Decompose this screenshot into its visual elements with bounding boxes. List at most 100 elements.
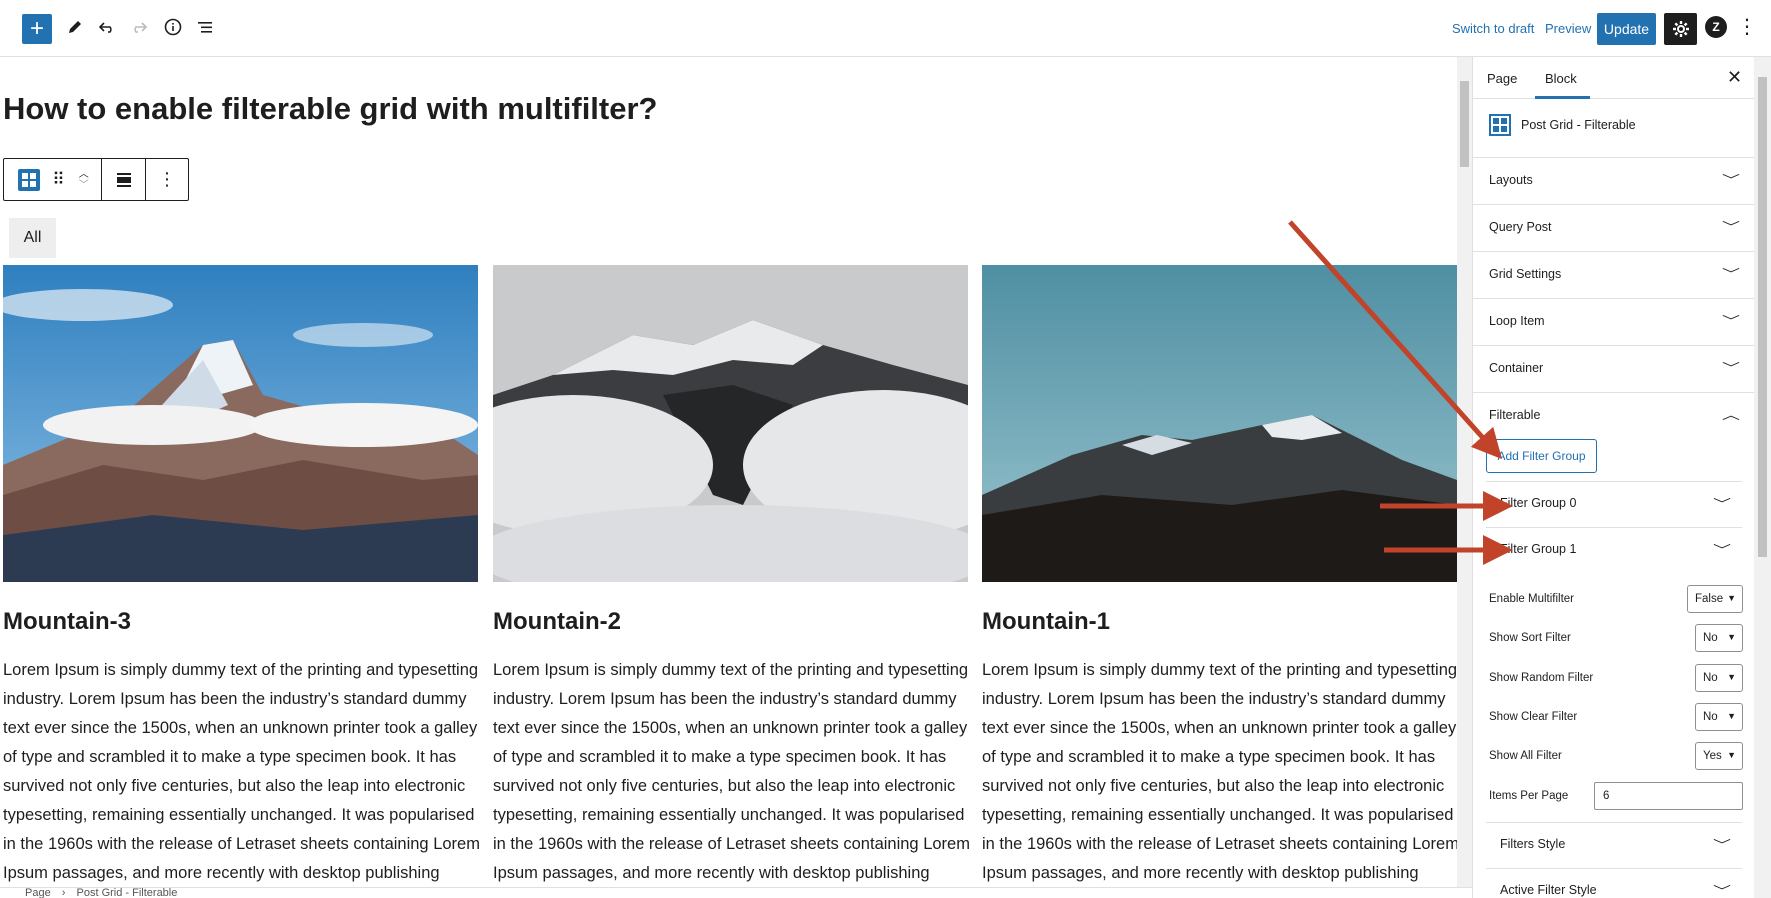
undo-icon[interactable] [92,12,122,42]
editor-canvas: How to enable filterable grid with multi… [0,57,1457,887]
filter-all-button[interactable]: All [9,218,56,258]
panel-label: Query Post [1489,220,1552,234]
editor-header: + Switch to draft Preview Update Z ⋮ [0,0,1771,57]
post-excerpt: Lorem Ipsum is simply dummy text of the … [493,661,970,882]
post-title[interactable]: How to enable filterable grid with multi… [3,91,657,127]
show-sort-filter-field: Show Sort Filter No ▼ [1489,624,1743,652]
drag-handle-icon[interactable]: ⠿ [46,170,70,190]
panel-label: Filters Style [1500,837,1566,851]
breadcrumb-separator: › [61,887,66,898]
align-icon[interactable] [102,159,146,200]
select-value: No [1703,672,1718,684]
update-button[interactable]: Update [1597,13,1656,45]
panel-label: Active Filter Style [1500,883,1597,897]
preview-button[interactable]: Preview [1545,21,1591,36]
plus-icon[interactable]: + [22,14,52,44]
block-card: Post Grid - Filterable [1473,99,1754,158]
chevron-down-icon: ﹀ [1712,543,1732,557]
chevron-down-icon: ﹀ [1721,314,1741,328]
chevron-down-icon: ﹀ [1721,361,1741,375]
add-filter-group-button[interactable]: Add Filter Group [1486,439,1597,473]
close-icon[interactable]: ✕ [1727,67,1742,88]
chevron-down-icon: ▼ [1727,593,1736,603]
panel-loop-item[interactable]: Loop Item ﹀ [1473,299,1754,346]
show-all-filter-select[interactable]: Yes ▼ [1695,742,1743,770]
field-label: Show Clear Filter [1489,711,1578,723]
canvas-scrollbar-thumb[interactable] [1460,81,1469,167]
tab-block[interactable]: Block [1545,71,1577,86]
pencil-icon[interactable] [60,12,90,42]
canvas-scrollbar[interactable] [1457,57,1472,887]
block-toolbar: ⠿ ︿ ﹀ ⋮ [3,158,189,201]
show-random-filter-select[interactable]: No ▼ [1695,664,1743,692]
sidebar-scrollbar-thumb[interactable] [1758,77,1767,557]
show-clear-filter-field: Show Clear Filter No ▼ [1489,703,1743,731]
enable-multifilter-select[interactable]: False ▼ [1687,585,1743,613]
chevron-down-icon: ﹀ [1712,838,1732,852]
post-card: Mountain-3 Lorem Ipsum is simply dummy t… [3,265,480,887]
redo-icon[interactable] [124,12,154,42]
panel-label: Filterable [1489,408,1541,422]
chevron-down-icon: ▼ [1727,672,1736,682]
panel-label: Grid Settings [1489,267,1562,281]
panel-active-filter-style[interactable]: Active Filter Style ﹀ [1486,868,1742,898]
panel-label: Layouts [1489,173,1533,187]
chevron-down-icon: ﹀ [1712,884,1732,898]
plugin-icon[interactable]: Z [1705,16,1727,38]
chevron-down-icon: ▼ [1727,711,1736,721]
breadcrumb-item-block[interactable]: Post Grid - Filterable [77,888,178,898]
list-view-icon[interactable] [190,12,220,42]
post-image-mountain-3[interactable] [3,265,478,582]
post-title-card[interactable]: Mountain-1 [982,608,1457,636]
chevron-down-icon: ▼ [1727,632,1736,642]
panel-filterable[interactable]: Filterable ︿ [1473,393,1754,440]
select-value: No [1703,632,1718,644]
panel-filters-style[interactable]: Filters Style ﹀ [1486,822,1742,868]
show-all-filter-field: Show All Filter Yes ▼ [1489,742,1743,770]
post-image-mountain-2[interactable] [493,265,968,582]
show-sort-filter-select[interactable]: No ▼ [1695,624,1743,652]
settings-sidebar: Page Block ✕ Post Grid - Filterable Layo… [1472,57,1754,898]
panel-label: Loop Item [1489,314,1545,328]
panel-grid-settings[interactable]: Grid Settings ﹀ [1473,252,1754,299]
field-label: Show Random Filter [1489,672,1594,684]
breadcrumb: Page › Post Grid - Filterable [0,887,1472,898]
field-label: Enable Multifilter [1489,593,1575,605]
select-value: False [1695,593,1724,605]
panel-label: Filter Group 1 [1500,542,1577,556]
field-label: Items Per Page [1489,790,1569,802]
panel-container[interactable]: Container ﹀ [1473,346,1754,393]
items-per-page-field: Items Per Page 6 [1489,782,1743,810]
block-switcher-group: ⠿ ︿ ﹀ [4,159,102,200]
filter-group-0[interactable]: Filter Group 0 ﹀ [1486,481,1742,527]
chevron-down-icon: ﹀ [1721,267,1741,281]
sidebar-scrollbar[interactable] [1754,57,1771,898]
post-card: Mountain-1 Lorem Ipsum is simply dummy t… [982,265,1457,887]
block-options-icon[interactable]: ⋮ [146,159,188,200]
post-image-mountain-1[interactable] [982,265,1457,582]
chevron-down-icon: ﹀ [1721,173,1741,187]
more-vertical-icon[interactable]: ⋮ [1737,14,1757,39]
tab-page[interactable]: Page [1487,71,1517,86]
post-grid-block-icon [1489,114,1511,136]
select-value: No [1703,711,1718,723]
chevron-down-icon: ▼ [1727,750,1736,760]
move-up-down-icon[interactable]: ︿ ﹀ [71,169,97,191]
filter-group-1[interactable]: Filter Group 1 ﹀ [1486,527,1742,573]
post-title-card[interactable]: Mountain-2 [493,608,968,636]
info-icon[interactable] [158,12,188,42]
switch-to-draft-button[interactable]: Switch to draft [1452,21,1534,36]
field-label: Show Sort Filter [1489,632,1571,644]
post-title-card[interactable]: Mountain-3 [3,608,478,636]
gear-icon[interactable] [1664,13,1697,45]
post-excerpt: Lorem Ipsum is simply dummy text of the … [982,661,1457,882]
panel-label: Container [1489,361,1544,375]
panel-query-post[interactable]: Query Post ﹀ [1473,205,1754,252]
post-card: Mountain-2 Lorem Ipsum is simply dummy t… [493,265,970,887]
breadcrumb-item-page[interactable]: Page [25,888,51,898]
sidebar-tabs: Page Block ✕ [1473,57,1754,99]
show-clear-filter-select[interactable]: No ▼ [1695,703,1743,731]
items-per-page-input[interactable]: 6 [1594,782,1743,810]
panel-layouts[interactable]: Layouts ﹀ [1473,158,1754,205]
post-grid-block-icon[interactable] [18,168,41,191]
